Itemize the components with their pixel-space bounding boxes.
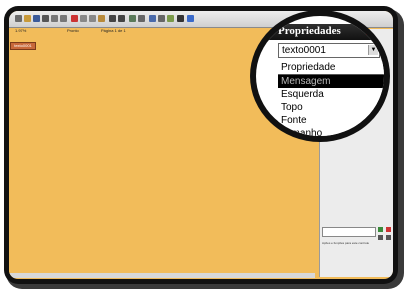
- property-item-fonte[interactable]: Fonte: [278, 114, 384, 127]
- align-icon[interactable]: [138, 15, 145, 22]
- horizontal-scrollbar[interactable]: [9, 273, 315, 278]
- delete-icon[interactable]: [71, 15, 78, 22]
- zoom-in-icon[interactable]: [109, 15, 116, 22]
- object-selector[interactable]: texto0001 ▼: [278, 43, 380, 58]
- pause-icon[interactable]: [177, 15, 184, 22]
- chart-icon[interactable]: [149, 15, 156, 22]
- footer-text: Ações e funções para este controle: [322, 241, 370, 245]
- redo-icon[interactable]: [60, 15, 67, 22]
- object-selector-value: texto0001: [282, 45, 326, 56]
- property-item-esquerda[interactable]: Esquerda: [278, 88, 384, 101]
- property-item-topo[interactable]: Topo: [278, 101, 384, 114]
- magnified-properties: Propriedades × texto0001 ▼ Propriedade M…: [256, 16, 384, 136]
- pencil-icon[interactable]: [386, 235, 391, 240]
- property-header: Propriedade: [278, 61, 384, 75]
- new-icon[interactable]: [15, 15, 22, 22]
- copy-icon[interactable]: [89, 15, 96, 22]
- magnifier-ring: Propriedades × texto0001 ▼ Propriedade M…: [250, 10, 390, 142]
- print-icon[interactable]: [42, 15, 49, 22]
- properties-title: Propriedades: [278, 25, 341, 37]
- action-input[interactable]: [322, 227, 376, 237]
- close-icon[interactable]: ×: [366, 28, 373, 35]
- zoom-out-icon[interactable]: [118, 15, 125, 22]
- canvas-element-tab[interactable]: texto0001: [10, 42, 36, 50]
- property-item-mensagem[interactable]: Mensagem: [278, 75, 384, 88]
- chevron-down-icon[interactable]: ▼: [368, 45, 378, 55]
- cut-icon[interactable]: [80, 15, 87, 22]
- remove-icon[interactable]: [386, 227, 391, 232]
- undo-icon[interactable]: [51, 15, 58, 22]
- properties-titlebar: Propriedades ×: [256, 24, 384, 40]
- grid-icon[interactable]: [129, 15, 136, 22]
- edit-icon[interactable]: [378, 235, 383, 240]
- property-item-tamanho[interactable]: Tamanho: [278, 127, 384, 136]
- open-icon[interactable]: [24, 15, 31, 22]
- save-icon[interactable]: [33, 15, 40, 22]
- zoom-label: 1.97%: [15, 28, 27, 33]
- help-icon[interactable]: [187, 15, 194, 22]
- image-icon[interactable]: [167, 15, 174, 22]
- pages-label: Página 1 de 1: [101, 28, 126, 33]
- status-text: Pronto: [67, 28, 79, 33]
- magnified-property-list: Propriedade Mensagem Esquerda Topo Fonte…: [278, 61, 384, 136]
- paste-icon[interactable]: [98, 15, 105, 22]
- table-icon[interactable]: [158, 15, 165, 22]
- action-editor: Ações e funções para este controle: [322, 227, 392, 247]
- add-icon[interactable]: [378, 227, 383, 232]
